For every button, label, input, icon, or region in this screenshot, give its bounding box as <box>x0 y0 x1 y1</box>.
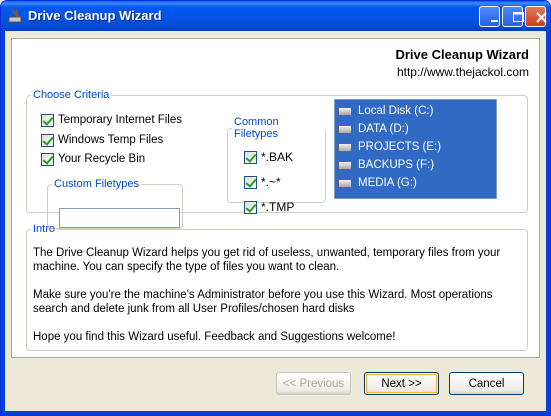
checkbox-label: *.BAK <box>261 150 294 164</box>
drive-label: Local Disk (C:) <box>358 105 434 117</box>
wizard-window: Drive Cleanup Wizard Drive Cleanup Wizar… <box>0 0 551 416</box>
next-button[interactable]: Next >> <box>364 372 439 395</box>
hard-disk-icon <box>338 124 352 134</box>
checkbox-label: Windows Temp Files <box>58 134 164 146</box>
cancel-button[interactable]: Cancel <box>449 372 524 395</box>
intro-paragraph: The Drive Cleanup Wizard helps you get r… <box>33 247 501 273</box>
checkbox-temporary-internet-files[interactable]: Temporary Internet Files <box>41 113 182 127</box>
common-filetypes-legend: Common Filetypes <box>234 116 279 140</box>
intro-text: The Drive Cleanup Wizard helps you get r… <box>33 246 525 358</box>
checkbox-bak[interactable]: *.BAK <box>244 150 293 164</box>
hard-disk-icon <box>338 106 352 116</box>
common-filetypes-group: Common Filetypes *.BAK *.~* *.TMP <box>227 116 326 214</box>
intro-group: Intro The Drive Cleanup Wizard helps you… <box>26 223 528 351</box>
hard-disk-icon <box>338 142 352 152</box>
wizard-header-url: http://www.thejackol.com <box>396 65 529 79</box>
checkbox-recycle-bin[interactable]: Your Recycle Bin <box>41 152 145 166</box>
checkbox-label: Your Recycle Bin <box>58 153 146 165</box>
drive-item-c[interactable]: Local Disk (C:) <box>338 103 433 119</box>
minimize-button[interactable] <box>479 6 500 27</box>
custom-filetypes-group: Custom Filetypes <box>47 178 183 229</box>
choose-criteria-legend: Choose Criteria <box>33 89 110 101</box>
intro-paragraph: Hope you find this Wizard useful. Feedba… <box>33 331 396 343</box>
window-frame-bottom <box>1 411 550 415</box>
wizard-header-title: Drive Cleanup Wizard <box>395 47 529 62</box>
drive-item-d[interactable]: DATA (D:) <box>338 121 409 137</box>
checkbox-checked-icon[interactable] <box>41 113 54 127</box>
close-icon <box>536 12 547 23</box>
drive-label: PROJECTS (E:) <box>358 141 442 153</box>
window-frame-right <box>546 31 550 415</box>
checkbox-checked-icon[interactable] <box>41 152 54 166</box>
hard-disk-icon <box>338 160 352 170</box>
checkbox-checked-icon[interactable] <box>244 200 257 214</box>
checkbox-label: *.TMP <box>261 200 295 214</box>
checkbox-checked-icon[interactable] <box>41 133 54 147</box>
drive-label: BACKUPS (F:) <box>358 159 435 171</box>
wizard-page: Drive Cleanup Wizard http://www.thejacko… <box>11 38 540 358</box>
checkbox-checked-icon[interactable] <box>244 175 257 189</box>
close-button[interactable] <box>525 6 547 27</box>
broom-icon <box>7 8 23 24</box>
drive-item-e[interactable]: PROJECTS (E:) <box>338 139 441 155</box>
window-frame-left <box>1 31 5 415</box>
previous-button[interactable]: << Previous <box>276 372 351 395</box>
drive-label: MEDIA (G:) <box>358 177 417 189</box>
checkbox-label: Temporary Internet Files <box>58 114 182 126</box>
maximize-button[interactable] <box>502 6 524 27</box>
drive-list[interactable]: Local Disk (C:) DATA (D:) PROJECTS (E:) … <box>334 99 497 199</box>
checkbox-windows-temp-files[interactable]: Windows Temp Files <box>41 133 163 147</box>
checkbox-tilde[interactable]: *.~* <box>244 175 281 189</box>
window-title: Drive Cleanup Wizard <box>28 8 162 23</box>
drive-label: DATA (D:) <box>358 123 409 135</box>
checkbox-tmp[interactable]: *.TMP <box>244 200 294 214</box>
drive-item-f[interactable]: BACKUPS (F:) <box>338 157 434 173</box>
hard-disk-icon <box>338 178 352 188</box>
checkbox-label: *.~* <box>261 175 281 189</box>
checkbox-checked-icon[interactable] <box>244 150 257 164</box>
intro-paragraph: Make sure you're the machine's Administr… <box>33 289 493 315</box>
drive-item-g[interactable]: MEDIA (G:) <box>338 175 417 191</box>
intro-legend: Intro <box>33 223 56 235</box>
custom-filetypes-legend: Custom Filetypes <box>54 178 139 190</box>
title-bar[interactable]: Drive Cleanup Wizard <box>1 1 550 31</box>
